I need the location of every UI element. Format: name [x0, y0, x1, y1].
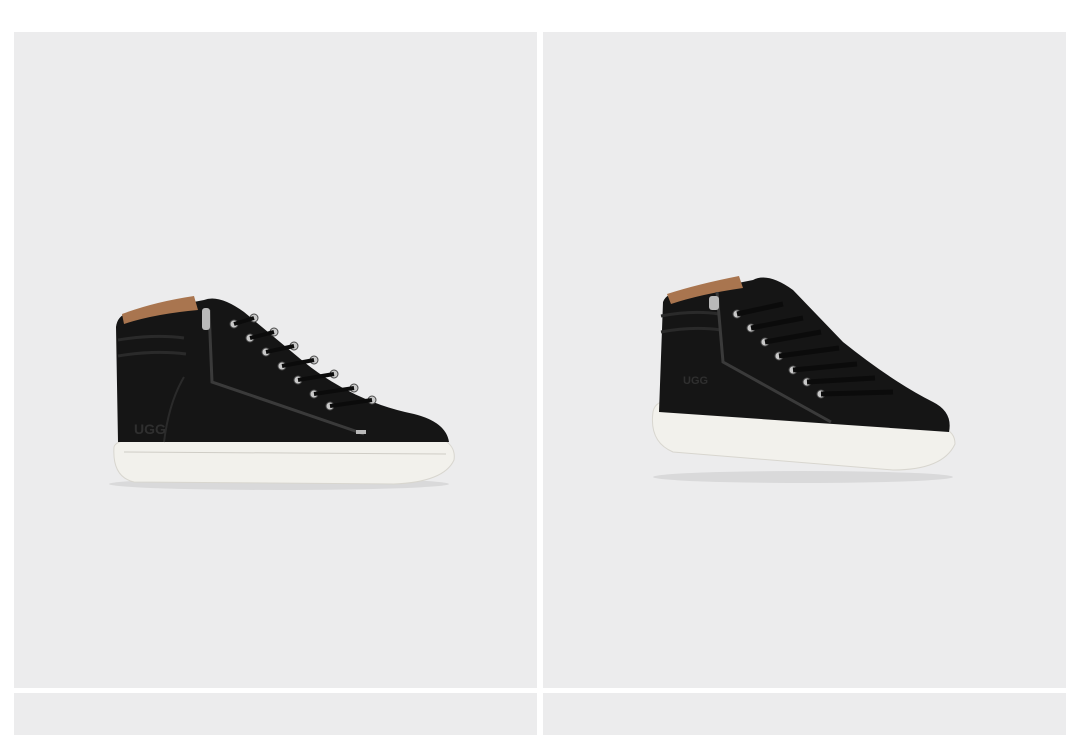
zipper-pull-icon: [202, 308, 210, 330]
product-tile-3[interactable]: [14, 693, 537, 735]
product-tile-4[interactable]: [543, 693, 1066, 735]
sole: [113, 439, 455, 485]
zipper-pull-icon: [709, 296, 719, 310]
product-tile-1[interactable]: UGG: [14, 32, 537, 688]
product-image-2[interactable]: UGG: [643, 252, 963, 502]
product-tile-2[interactable]: UGG: [543, 32, 1066, 688]
shadow: [653, 471, 953, 483]
brand-logo-icon: UGG: [134, 421, 166, 437]
zipper-end: [356, 430, 366, 434]
brand-logo-icon: UGG: [683, 375, 708, 387]
product-image-1[interactable]: UGG: [94, 252, 464, 502]
